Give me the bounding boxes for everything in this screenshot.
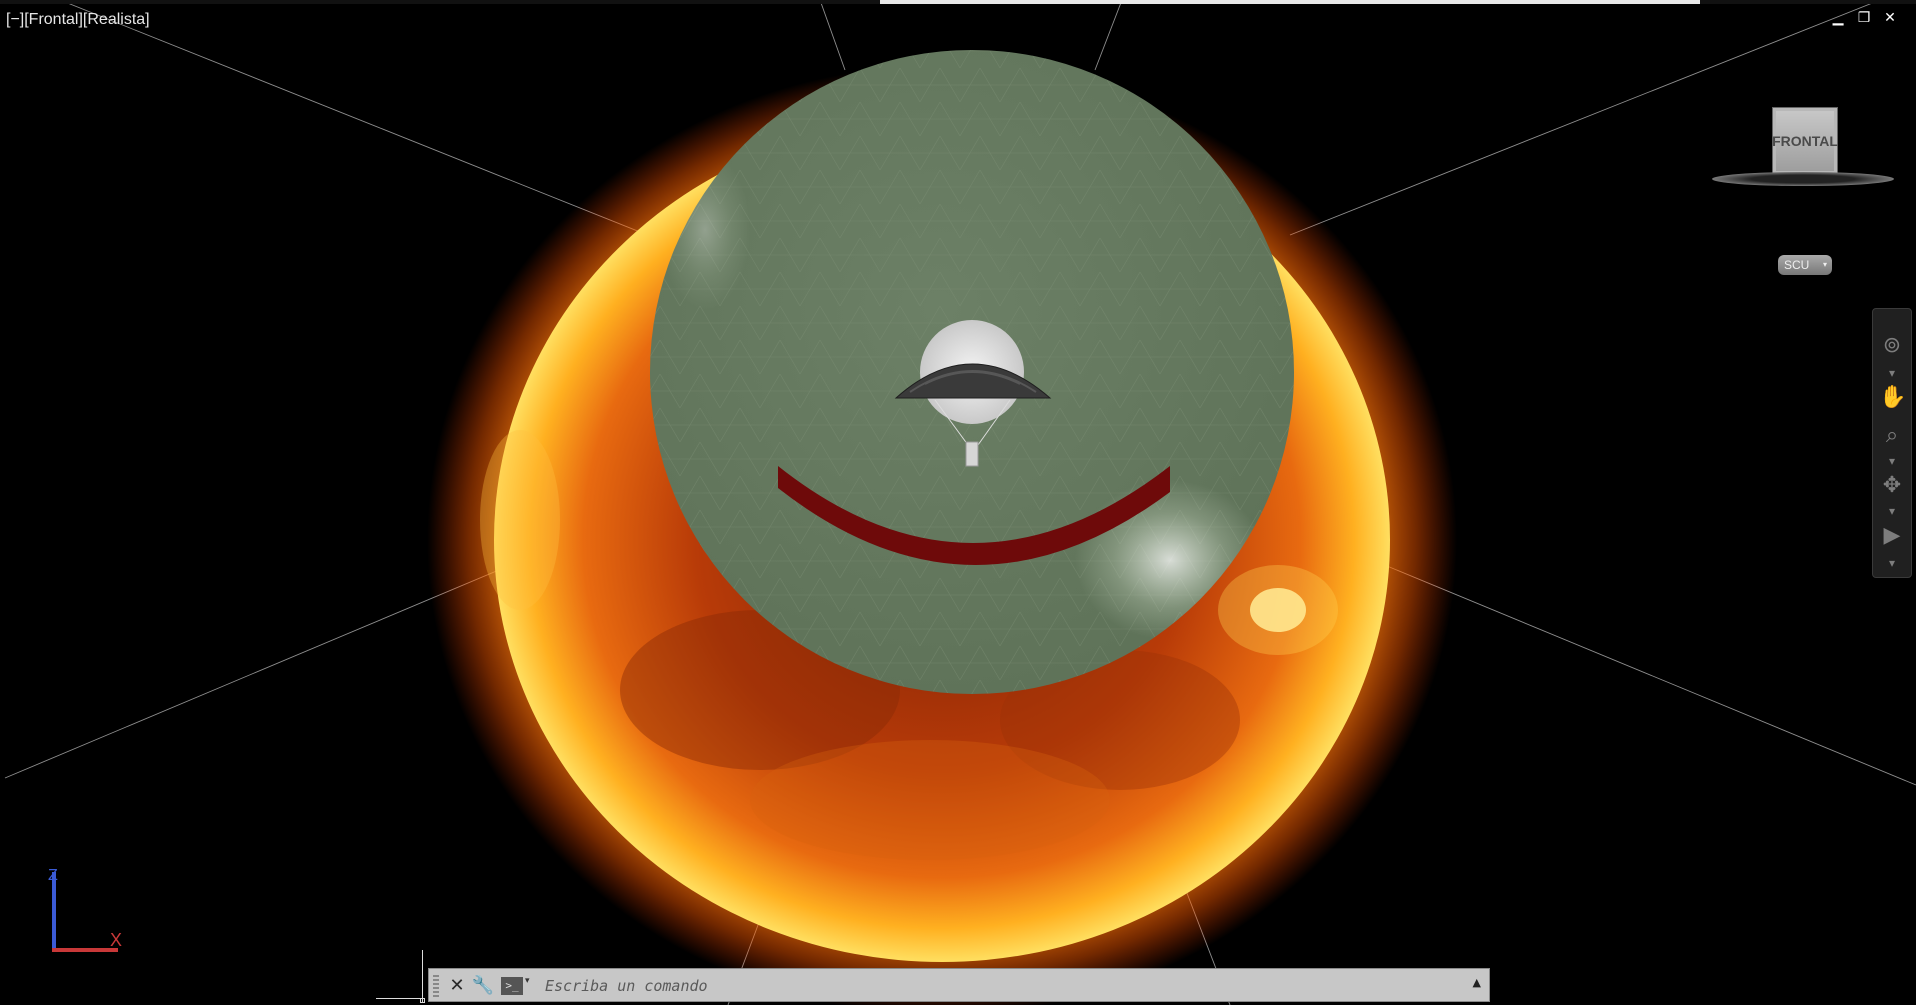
zoom-icon[interactable]: ⌕ [1879,423,1905,449]
showmotion-icon[interactable]: ▶ [1879,523,1905,549]
viewcube[interactable]: FRONTAL [1712,100,1894,200]
scene-render [4,0,1916,1005]
crosshair-cursor-h [376,998,422,999]
chevron-down-icon[interactable]: ▾ [1879,505,1905,517]
chevron-down-icon[interactable]: ▾ [525,976,530,986]
crosshair-cursor [422,950,423,1002]
wrench-icon[interactable]: 🔧 [469,972,497,1000]
restore-icon[interactable]: ❐ [1856,10,1872,26]
command-input[interactable] [543,973,1447,999]
command-prompt-icon[interactable]: >_ [501,977,523,995]
steering-wheel-icon[interactable]: ⊚ [1879,333,1905,359]
pan-hand-icon[interactable]: ✋ [1879,385,1906,411]
close-icon[interactable]: ✕ [443,972,471,1000]
chevron-down-icon[interactable]: ▾ [1879,367,1905,379]
ucs-menu-label: SCU [1784,258,1810,272]
chevron-down-icon: ▾ [1822,260,1827,269]
crosshair-cursor-box [420,998,425,1003]
z-axis-label: Z [48,867,58,884]
minimize-icon[interactable]: ▁ [1830,10,1846,26]
viewport-controls-label[interactable]: [−][Frontal][Realista] [6,11,150,29]
expand-history-icon[interactable]: ▲ [1473,976,1481,989]
close-icon[interactable]: ✕ [1882,10,1898,26]
chevron-down-icon[interactable]: ▾ [1879,455,1905,467]
chevron-down-icon[interactable]: ▾ [1879,557,1905,569]
command-line-grip[interactable] [433,975,439,997]
top-strip [0,0,1916,4]
viewcube-front-face[interactable]: FRONTAL [1772,107,1838,175]
viewport-window-controls: ▁ ❐ ✕ [1830,10,1898,26]
model-viewport[interactable]: [−][Frontal][Realista] ▁ ❐ ✕ FRONTAL SCU… [0,0,1916,1005]
ucs-menu-button[interactable]: SCU ▾ [1778,255,1832,275]
navigation-bar: ⊚ ▾ ✋ ⌕ ▾ ✥ ▾ ▶ ▾ [1872,308,1912,578]
viewcube-compass-ring[interactable] [1712,172,1894,186]
top-strip-highlight [880,0,1700,4]
ucs-axes-icon: Z X [48,867,122,952]
x-axis-label: X [110,930,122,950]
orbit-icon[interactable]: ✥ [1879,473,1905,499]
command-line: ✕ 🔧 >_ ▾ ▲ [428,968,1490,1002]
